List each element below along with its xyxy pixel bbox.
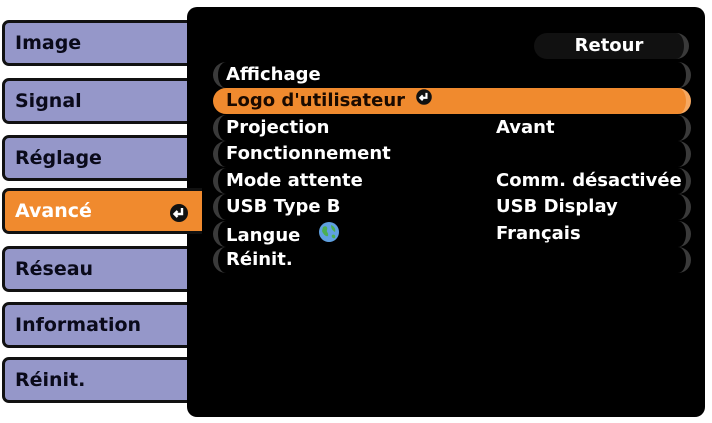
- menu-item-value: Avant: [496, 117, 555, 138]
- tab-avance[interactable]: Avancé: [2, 188, 202, 234]
- enter-icon: [168, 202, 190, 229]
- tab-reseau[interactable]: Réseau: [2, 246, 194, 292]
- menu-item-value: Français: [496, 223, 581, 244]
- tab-information[interactable]: Information: [2, 302, 194, 348]
- menu-item-logo-utilisateur[interactable]: Logo d'utilisateur: [213, 88, 691, 114]
- menu-item-label: Projection: [226, 117, 330, 138]
- menu-item-value: USB Display: [496, 196, 618, 217]
- tab-reinit[interactable]: Réinit.: [2, 357, 194, 403]
- menu-item-projection[interactable]: Projection Avant: [213, 115, 691, 141]
- menu-panel: Retour Affichage Logo d'utilisateur Proj…: [187, 7, 705, 417]
- tab-label: Signal: [15, 90, 82, 112]
- menu-item-value: Comm. désactivée: [496, 170, 682, 191]
- back-button[interactable]: Retour: [534, 33, 689, 59]
- menu-item-label: Fonctionnement: [226, 143, 391, 164]
- menu-item-affichage[interactable]: Affichage: [213, 62, 691, 88]
- tab-label: Réglage: [15, 147, 102, 169]
- tab-image[interactable]: Image: [2, 20, 194, 66]
- tab-reglage[interactable]: Réglage: [2, 135, 194, 181]
- menu-item-fonctionnement[interactable]: Fonctionnement: [213, 141, 691, 167]
- tab-signal[interactable]: Signal: [2, 78, 194, 124]
- menu-item-mode-attente[interactable]: Mode attente Comm. désactivée: [213, 168, 691, 194]
- menu-item-label: Affichage: [226, 64, 321, 85]
- enter-icon: [415, 88, 433, 114]
- tab-label: Réseau: [15, 258, 94, 280]
- menu-item-label: Logo d'utilisateur: [226, 88, 433, 114]
- menu-item-label: USB Type B: [226, 196, 341, 217]
- menu-item-label: Mode attente: [226, 170, 363, 191]
- tab-label: Information: [15, 314, 142, 336]
- tab-label: Réinit.: [15, 369, 86, 391]
- menu-item-usb-type-b[interactable]: USB Type B USB Display: [213, 194, 691, 220]
- tab-label: Image: [15, 32, 82, 54]
- tab-label: Avancé: [15, 200, 92, 222]
- menu-item-reinit[interactable]: Réinit.: [213, 247, 691, 273]
- menu-item-label: Réinit.: [226, 249, 293, 270]
- menu-item-langue[interactable]: Langue Français: [213, 221, 691, 247]
- back-button-label: Retour: [574, 35, 644, 56]
